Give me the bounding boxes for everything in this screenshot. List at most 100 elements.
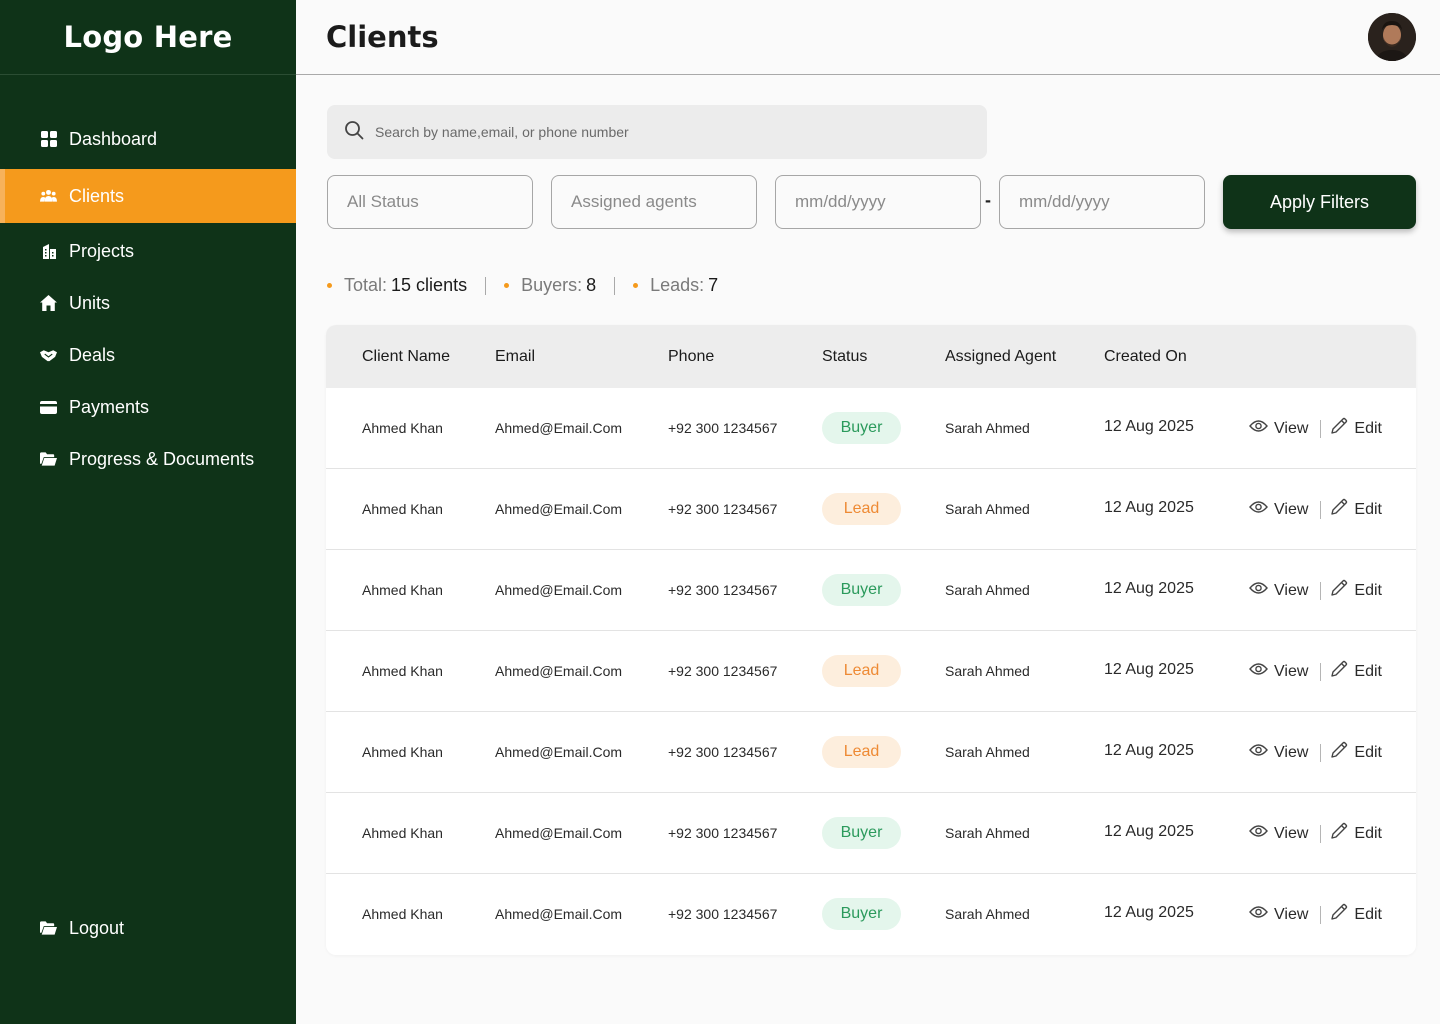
view-button[interactable]: View [1249,824,1308,843]
date-range-separator: - [985,190,991,210]
edit-button[interactable]: Edit [1330,660,1382,683]
sidebar-item-dashboard[interactable]: Dashboard [0,113,296,165]
row-actions: View Edit [1249,903,1382,926]
pencil-icon [1330,579,1354,602]
created-on-cell: 12 Aug 2025 [1104,742,1194,759]
edit-label: Edit [1354,419,1382,437]
table-row: Ahmed Khan Ahmed@Email.Com +92 300 12345… [326,712,1416,793]
agent-cell: Sarah Ahmed [945,663,1030,679]
bullet-dot [504,283,510,288]
edit-label: Edit [1354,743,1382,761]
email-cell: Ahmed@Email.Com [495,906,623,922]
view-button[interactable]: View [1249,419,1308,438]
grid-icon [40,131,57,148]
view-button[interactable]: View [1249,662,1308,681]
avatar[interactable] [1368,13,1416,61]
email-cell: Ahmed@Email.Com [495,663,623,679]
handshake-icon [40,347,57,364]
users-icon [40,188,57,205]
edit-label: Edit [1354,824,1382,842]
eye-icon [1249,905,1274,924]
date-to-field[interactable]: mm/dd/yyyy [999,175,1205,229]
pencil-icon [1330,660,1354,683]
row-actions: View Edit [1249,741,1382,764]
view-button[interactable]: View [1249,500,1308,519]
folder-open-icon [40,451,57,468]
eye-icon [1249,824,1274,843]
agent-cell: Sarah Ahmed [945,420,1030,436]
edit-button[interactable]: Edit [1330,903,1382,926]
sidebar-item-label: Dashboard [69,128,158,149]
eye-icon [1249,662,1274,681]
sidebar: Logo Here Dashboard Clients Projects Uni… [0,0,296,1024]
date-from-field[interactable]: mm/dd/yyyy [775,175,981,229]
folder-open-icon [40,920,57,937]
view-label: View [1274,581,1309,599]
phone-cell: +92 300 1234567 [668,501,778,517]
edit-button[interactable]: Edit [1330,579,1382,602]
status-filter-value: All Status [347,192,419,211]
table-row: Ahmed Khan Ahmed@Email.Com +92 300 12345… [326,793,1416,874]
status-badge: Buyer [822,817,901,849]
sidebar-item-payments[interactable]: Payments [0,381,296,433]
sidebar-item-projects[interactable]: Projects [0,225,296,277]
edit-button[interactable]: Edit [1330,417,1382,440]
created-on-cell: 12 Aug 2025 [1104,904,1194,921]
action-divider [1320,905,1322,924]
agent-cell: Sarah Ahmed [945,906,1030,922]
client-name-cell: Ahmed Khan [362,906,443,922]
eye-icon [1249,500,1274,519]
apply-filters-button[interactable]: Apply Filters [1223,175,1416,229]
table-row: Ahmed Khan Ahmed@Email.Com +92 300 12345… [326,469,1416,550]
created-on-cell: 12 Aug 2025 [1104,661,1194,678]
email-cell: Ahmed@Email.Com [495,744,623,760]
action-divider [1320,824,1322,843]
logout-button[interactable]: Logout [0,902,296,954]
row-actions: View Edit [1249,417,1382,440]
view-button[interactable]: View [1249,581,1308,600]
bullet-dot [327,283,332,288]
agent-cell: Sarah Ahmed [945,825,1030,841]
action-divider [1320,500,1322,519]
status-filter[interactable]: All Status [327,175,533,229]
pencil-icon [1330,903,1354,926]
agents-filter[interactable]: Assigned agents [551,175,757,229]
created-on-cell: 12 Aug 2025 [1104,499,1194,516]
edit-button[interactable]: Edit [1330,741,1382,764]
view-label: View [1274,419,1309,437]
sidebar-item-deals[interactable]: Deals [0,329,296,381]
edit-button[interactable]: Edit [1330,498,1382,521]
pencil-icon [1330,417,1354,440]
sidebar-item-label: Projects [69,240,135,261]
view-button[interactable]: View [1249,743,1308,762]
client-name-cell: Ahmed Khan [362,663,443,679]
pencil-icon [1330,822,1354,845]
created-on-cell: 12 Aug 2025 [1104,418,1194,435]
edit-label: Edit [1354,500,1382,518]
status-badge: Buyer [822,574,901,606]
sidebar-item-label: Progress & Documents [69,448,255,469]
search-input[interactable] [375,124,935,140]
pencil-icon [1330,741,1354,764]
client-name-cell: Ahmed Khan [362,744,443,760]
status-badge: Lead [822,736,901,768]
sidebar-item-progress-documents[interactable]: Progress & Documents [0,433,296,485]
table-row: Ahmed Khan Ahmed@Email.Com +92 300 12345… [326,874,1416,955]
client-name-cell: Ahmed Khan [362,582,443,598]
sidebar-item-units[interactable]: Units [0,277,296,329]
status-badge: Buyer [822,898,901,930]
phone-cell: +92 300 1234567 [668,906,778,922]
column-header-email: Email [495,348,536,365]
logo[interactable]: Logo Here [64,20,233,54]
date-to-placeholder: mm/dd/yyyy [1019,192,1110,211]
view-label: View [1274,743,1309,761]
sidebar-item-clients[interactable]: Clients [0,169,296,223]
logo-area: Logo Here [0,0,296,75]
total-label: Total: [344,275,388,295]
row-actions: View Edit [1249,579,1382,602]
view-button[interactable]: View [1249,905,1308,924]
summary-divider [485,276,487,295]
action-divider [1320,662,1322,681]
edit-button[interactable]: Edit [1330,822,1382,845]
client-summary: Total: 15 clients Buyers: 8 Leads: 7 [327,275,718,296]
